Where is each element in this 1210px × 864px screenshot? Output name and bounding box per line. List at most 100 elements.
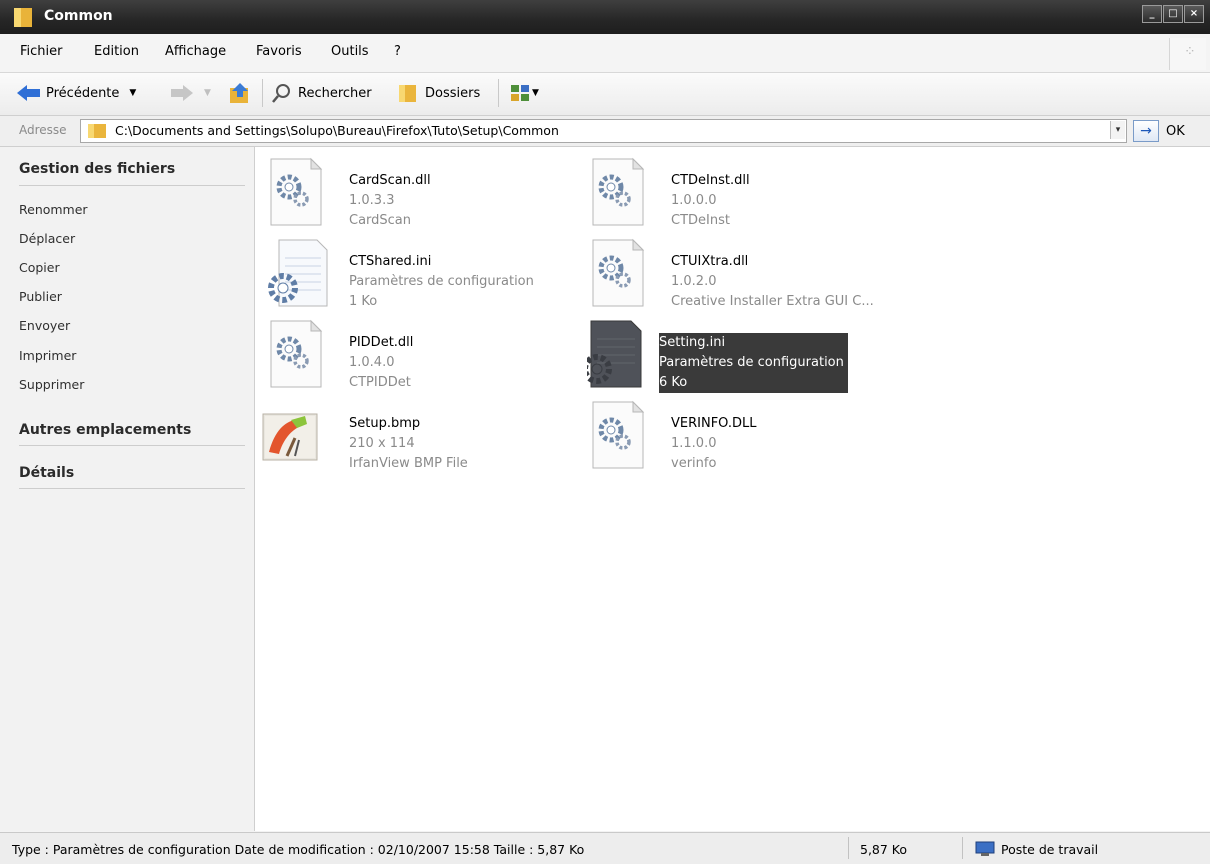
task-send[interactable]: Envoyer bbox=[19, 318, 70, 333]
go-label[interactable]: OK bbox=[1166, 124, 1185, 139]
up-folder-button[interactable] bbox=[228, 80, 252, 106]
menu-help[interactable]: ? bbox=[394, 44, 401, 59]
dll-gear-icon bbox=[270, 319, 323, 388]
status-bar: Type : Paramètres de configuration Date … bbox=[0, 832, 1210, 864]
menu-affichage[interactable]: Affichage bbox=[165, 44, 226, 59]
menu-outils[interactable]: Outils bbox=[331, 44, 369, 59]
file-name: CardScan.dll bbox=[349, 173, 431, 188]
folders-button[interactable]: Dossiers bbox=[398, 80, 480, 106]
menu-bar: Fichier Edition Affichage Favoris Outils… bbox=[0, 34, 1210, 73]
close-button[interactable]: × bbox=[1184, 5, 1204, 23]
computer-icon bbox=[975, 841, 995, 856]
forward-button[interactable]: ▼ bbox=[170, 80, 211, 106]
file-description: CTDeInst bbox=[671, 213, 730, 228]
file-dimensions: 210 x 114 bbox=[349, 436, 415, 451]
other-places-header[interactable]: Autres emplacements bbox=[19, 422, 191, 438]
file-item-ctdeinst[interactable]: CTDeInst.dll 1.0.0.0 CTDeInst bbox=[587, 157, 917, 233]
file-item-ctuixtra[interactable]: CTUIXtra.dll 1.0.2.0 Creative Installer … bbox=[587, 238, 917, 314]
details-header[interactable]: Détails bbox=[19, 465, 74, 481]
task-copy[interactable]: Copier bbox=[19, 260, 60, 275]
task-pane: Gestion des fichiers Renommer Déplacer C… bbox=[0, 147, 255, 831]
dll-gear-icon bbox=[592, 157, 645, 226]
status-size: 5,87 Ko bbox=[860, 842, 908, 857]
dll-gear-icon bbox=[592, 400, 645, 469]
file-text: CardScan.dll 1.0.3.3 CardScan bbox=[349, 171, 431, 231]
up-folder-icon bbox=[230, 83, 248, 103]
file-size: 6 Ko bbox=[659, 375, 688, 390]
file-version: 1.0.0.0 bbox=[671, 193, 717, 208]
file-size: 1 Ko bbox=[349, 294, 378, 309]
file-name: VERINFO.DLL bbox=[671, 416, 757, 431]
ini-settings-icon bbox=[587, 320, 642, 388]
file-type: Paramètres de configuration bbox=[349, 274, 534, 289]
task-print[interactable]: Imprimer bbox=[19, 348, 76, 363]
file-list: CardScan.dll 1.0.3.3 CardScan CTDeInst.d… bbox=[255, 147, 1210, 831]
menu-edition[interactable]: Edition bbox=[94, 44, 139, 59]
toolbar-separator bbox=[262, 79, 263, 107]
file-text: CTShared.ini Paramètres de configuration… bbox=[349, 252, 534, 312]
file-item-setting[interactable]: Setting.ini Paramètres de configuration … bbox=[587, 319, 917, 395]
views-button[interactable]: ▼ bbox=[510, 80, 539, 106]
file-item-cardscan[interactable]: CardScan.dll 1.0.3.3 CardScan bbox=[265, 157, 595, 233]
task-rename[interactable]: Renommer bbox=[19, 202, 88, 217]
file-version: 1.0.2.0 bbox=[671, 274, 717, 289]
file-name: CTUIXtra.dll bbox=[671, 254, 749, 269]
address-label: Adresse bbox=[19, 123, 67, 137]
views-dropdown-icon[interactable]: ▼ bbox=[532, 88, 539, 98]
address-input[interactable]: C:\Documents and Settings\Solupo\Bureau\… bbox=[80, 119, 1127, 143]
status-location: Poste de travail bbox=[1001, 842, 1099, 857]
file-description: CardScan bbox=[349, 213, 412, 228]
back-dropdown-icon[interactable]: ▼ bbox=[129, 88, 136, 98]
file-description: Creative Installer Extra GUI C... bbox=[671, 294, 874, 309]
task-publish[interactable]: Publier bbox=[19, 289, 62, 304]
file-version: 1.1.0.0 bbox=[671, 436, 717, 451]
file-name: Setup.bmp bbox=[349, 416, 421, 431]
views-icon bbox=[511, 85, 529, 101]
windows-throbber: ⁘ bbox=[1169, 38, 1206, 70]
menu-favoris[interactable]: Favoris bbox=[256, 44, 302, 59]
minimize-button[interactable]: _ bbox=[1142, 5, 1162, 23]
file-text: VERINFO.DLL 1.1.0.0 verinfo bbox=[671, 414, 757, 474]
task-move[interactable]: Déplacer bbox=[19, 231, 75, 246]
toolbar-separator bbox=[498, 79, 499, 107]
file-item-piddet[interactable]: PIDDet.dll 1.0.4.0 CTPIDDet bbox=[265, 319, 595, 395]
search-button[interactable]: Rechercher bbox=[272, 80, 372, 106]
back-arrow-icon bbox=[17, 85, 40, 101]
address-dropdown-button[interactable]: ▾ bbox=[1110, 121, 1125, 139]
divider bbox=[19, 445, 245, 446]
folder-icon bbox=[88, 124, 106, 138]
forward-dropdown-icon[interactable]: ▼ bbox=[204, 88, 211, 98]
folders-icon bbox=[399, 85, 416, 102]
go-button[interactable]: → bbox=[1133, 120, 1159, 142]
folder-icon bbox=[14, 8, 32, 27]
file-tasks-header[interactable]: Gestion des fichiers bbox=[19, 161, 175, 177]
dll-gear-icon bbox=[592, 238, 645, 307]
file-item-setup-bmp[interactable]: Setup.bmp 210 x 114 IrfanView BMP File bbox=[261, 400, 591, 476]
file-description: IrfanView BMP File bbox=[349, 456, 468, 471]
bmp-image-icon bbox=[262, 413, 318, 461]
task-delete[interactable]: Supprimer bbox=[19, 377, 84, 392]
back-button[interactable]: Précédente ▼ bbox=[16, 80, 136, 106]
go-arrow-icon: → bbox=[1140, 123, 1152, 139]
status-info: Type : Paramètres de configuration Date … bbox=[12, 842, 585, 857]
dll-gear-icon bbox=[270, 157, 323, 226]
back-label: Précédente bbox=[46, 85, 120, 101]
file-version: 1.0.4.0 bbox=[349, 355, 395, 370]
file-name: Setting.ini bbox=[659, 335, 726, 350]
toolbar: Précédente ▼ ▼ Rechercher Dossiers ▼ bbox=[0, 73, 1210, 116]
divider bbox=[19, 488, 245, 489]
maximize-button[interactable]: □ bbox=[1163, 5, 1183, 23]
file-description: CTPIDDet bbox=[349, 375, 411, 390]
window-controls: _ □ × bbox=[1142, 5, 1204, 23]
file-type: Paramètres de configuration bbox=[659, 355, 844, 370]
folders-label: Dossiers bbox=[425, 85, 481, 101]
title-bar[interactable]: Common _ □ × bbox=[0, 0, 1210, 34]
file-name: CTDeInst.dll bbox=[671, 173, 750, 188]
file-item-verinfo[interactable]: VERINFO.DLL 1.1.0.0 verinfo bbox=[587, 400, 917, 476]
explorer-window: Common _ □ × Fichier Edition Affichage F… bbox=[0, 0, 1210, 864]
file-description: verinfo bbox=[671, 456, 717, 471]
window-title: Common bbox=[44, 8, 113, 24]
menu-fichier[interactable]: Fichier bbox=[20, 44, 63, 59]
file-item-ctshared[interactable]: CTShared.ini Paramètres de configuration… bbox=[265, 238, 595, 314]
address-bar: Adresse C:\Documents and Settings\Solupo… bbox=[0, 116, 1210, 147]
